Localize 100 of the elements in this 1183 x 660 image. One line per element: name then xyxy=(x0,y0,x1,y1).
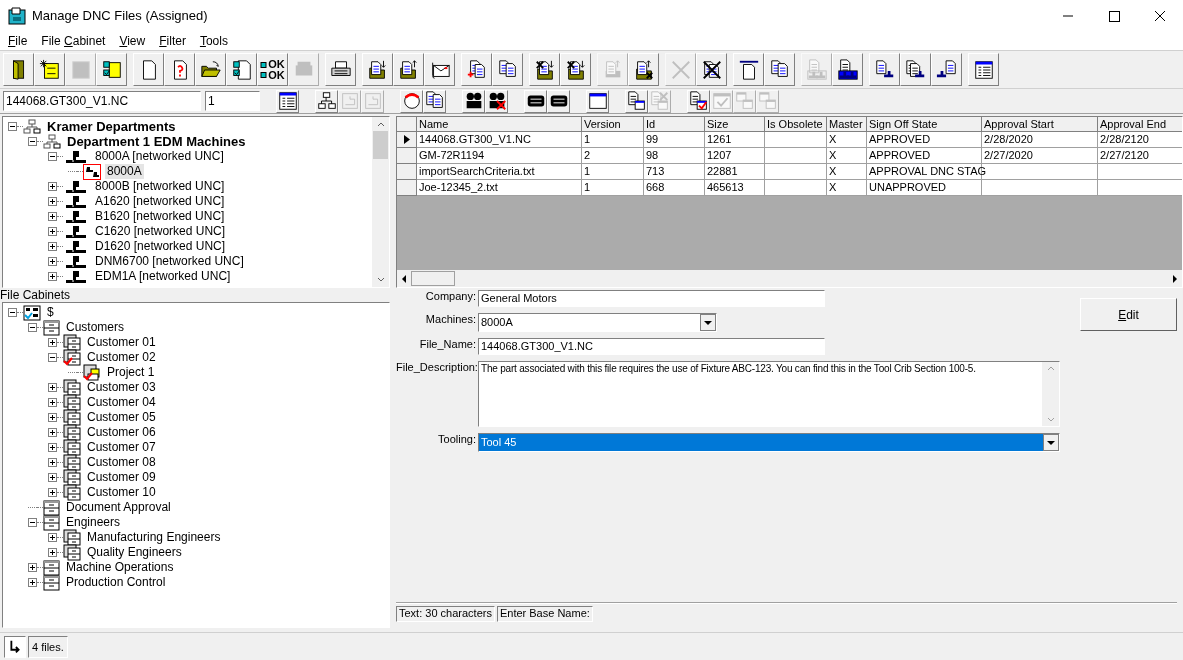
tree-item[interactable]: Customer 05 xyxy=(85,410,158,425)
current-row-icon xyxy=(403,135,410,144)
scrollbar[interactable] xyxy=(372,117,389,287)
dropdown[interactable]: 8000A xyxy=(478,313,717,332)
tree-item[interactable]: Customer 07 xyxy=(85,440,158,455)
docs-cross-icon xyxy=(700,58,723,81)
expand-icon[interactable] xyxy=(47,458,57,467)
page-check-icon xyxy=(230,58,253,81)
expand-icon[interactable] xyxy=(47,533,57,542)
expand-icon[interactable] xyxy=(47,242,57,251)
scroll-thumb[interactable] xyxy=(373,131,388,159)
cabinets-icon xyxy=(63,334,81,351)
file-name-field[interactable]: 144068.GT300_V1.NC xyxy=(3,91,201,111)
tree-item[interactable]: B1620 [networked UNC] xyxy=(93,209,227,224)
expand-icon[interactable] xyxy=(47,257,57,266)
tree-item[interactable]: D1620 [networked UNC] xyxy=(93,239,228,254)
edit-button[interactable]: Edit xyxy=(1080,298,1177,331)
collapse-icon[interactable] xyxy=(27,518,37,527)
toolbar-button[interactable]: OK OK xyxy=(257,53,288,86)
menu-item[interactable]: Tools xyxy=(199,32,228,50)
tree-item[interactable]: Customers xyxy=(64,320,126,335)
collapse-icon[interactable] xyxy=(27,137,37,146)
expand-icon[interactable] xyxy=(27,563,37,572)
machine-icon xyxy=(63,209,89,224)
expand-icon[interactable] xyxy=(47,272,57,281)
input-field[interactable]: General Motors xyxy=(478,290,825,307)
dropdown[interactable]: Tool 45 xyxy=(478,433,1060,452)
folder-cross-icon xyxy=(564,58,587,81)
tree-item[interactable]: $ xyxy=(45,305,56,320)
row-header[interactable] xyxy=(397,132,417,148)
expand-icon[interactable] xyxy=(47,182,57,191)
table-cell: 1 xyxy=(582,180,644,196)
tree-item[interactable]: 8000A [networked UNC] xyxy=(93,149,226,164)
cabinets-icon xyxy=(63,379,81,396)
expand-icon[interactable] xyxy=(47,383,57,392)
tree-item[interactable]: Customer 02 xyxy=(85,350,158,365)
expand-icon[interactable] xyxy=(47,428,57,437)
cabinets-icon xyxy=(63,484,81,501)
tree-item[interactable]: Department 1 EDM Machines xyxy=(65,134,248,149)
menu-item[interactable]: View xyxy=(119,32,146,50)
tree-item[interactable]: Customer 01 xyxy=(85,335,158,350)
expand-icon[interactable] xyxy=(47,212,57,221)
expand-icon[interactable] xyxy=(47,398,57,407)
collapse-icon[interactable] xyxy=(47,353,57,362)
hierarchy-icon xyxy=(43,133,61,150)
expand-icon[interactable] xyxy=(47,338,57,347)
cabinets-icon xyxy=(63,424,81,441)
expand-icon[interactable] xyxy=(47,488,57,497)
window-title: Manage DNC Files (Assigned) xyxy=(32,7,208,26)
tree-item[interactable]: Machine Operations xyxy=(64,560,176,575)
collapse-icon[interactable] xyxy=(7,308,17,317)
menu-item[interactable]: File Cabinet xyxy=(41,32,106,50)
table-cell: UNAPPROVED xyxy=(867,180,982,196)
collapse-icon[interactable] xyxy=(7,122,17,131)
expand-icon[interactable] xyxy=(47,197,57,206)
tree-item[interactable]: Document Approval xyxy=(64,500,173,515)
tree-item[interactable]: 8000A xyxy=(105,164,144,179)
tree-item[interactable]: Customer 04 xyxy=(85,395,158,410)
panel-label: File Cabinets xyxy=(0,288,72,302)
cabinets-check-icon xyxy=(63,349,81,366)
collapse-icon[interactable] xyxy=(47,152,57,161)
table-cell: X xyxy=(827,180,867,196)
expand-icon[interactable] xyxy=(47,413,57,422)
cabinet-star-icon xyxy=(38,58,61,81)
cabinet-icon xyxy=(43,499,60,516)
tree-item[interactable]: DNM6700 [networked UNC] xyxy=(93,254,246,269)
cabinets-icon xyxy=(63,439,81,456)
field-label: File_Name: xyxy=(418,338,477,351)
tree-item[interactable]: Customer 08 xyxy=(85,455,158,470)
docs-plus-icon xyxy=(465,58,488,81)
cabinets-icon xyxy=(63,409,81,426)
menu-item[interactable]: File xyxy=(8,32,28,50)
tree-item[interactable]: A1620 [networked UNC] xyxy=(93,194,227,209)
tree-item[interactable]: Customer 06 xyxy=(85,425,158,440)
page-bar-icon xyxy=(737,58,760,81)
version-field[interactable]: 1 xyxy=(205,91,260,111)
tree-item[interactable]: Quality Engineers xyxy=(85,545,184,560)
expand-icon[interactable] xyxy=(47,227,57,236)
table-cell: Joe-12345_2.txt xyxy=(417,180,582,196)
input-field[interactable]: 144068.GT300_V1.NC xyxy=(478,338,825,355)
horizontal-scrollbar[interactable] xyxy=(397,270,1182,287)
scroll-thumb[interactable] xyxy=(411,271,455,286)
collapse-icon[interactable] xyxy=(27,323,37,332)
ok-label: OK OK xyxy=(268,58,285,81)
tree-item[interactable]: Engineers xyxy=(64,515,123,530)
tree-item[interactable]: Customer 10 xyxy=(85,485,158,500)
tree-item[interactable]: 8000B [networked UNC] xyxy=(93,179,227,194)
tree-item[interactable]: EDM1A [networked UNC] xyxy=(93,269,233,284)
tree-item[interactable]: Project 1 xyxy=(105,365,157,380)
tree-item[interactable]: Customer 03 xyxy=(85,380,158,395)
menu-item[interactable]: Filter xyxy=(159,32,186,50)
tree-item[interactable]: Customer 09 xyxy=(85,470,158,485)
expand-icon[interactable] xyxy=(47,548,57,557)
expand-icon[interactable] xyxy=(47,443,57,452)
tree-item[interactable]: Kramer Departments xyxy=(45,119,178,134)
tree-item[interactable]: Production Control xyxy=(64,575,168,590)
expand-icon[interactable] xyxy=(27,578,37,587)
tree-item[interactable]: Manufacturing Engineers xyxy=(85,530,223,545)
expand-icon[interactable] xyxy=(47,473,57,482)
tree-item[interactable]: C1620 [networked UNC] xyxy=(93,224,228,239)
